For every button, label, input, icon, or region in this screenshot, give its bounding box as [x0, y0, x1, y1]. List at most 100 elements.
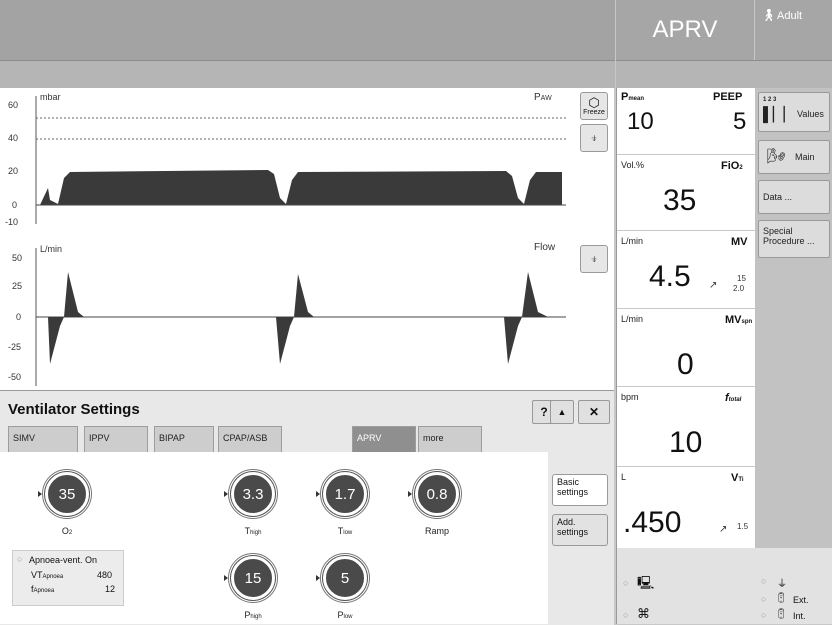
knob-indicator	[224, 575, 228, 581]
header-bar	[0, 0, 615, 60]
data-button[interactable]: Data ...	[758, 180, 830, 214]
paw-scale-icon[interactable]: ⍖	[580, 124, 608, 152]
mvspn-cell: L/min MVspn 0	[617, 308, 755, 387]
phigh-label: Phigh	[244, 610, 262, 620]
phigh-knob[interactable]: 15	[231, 556, 275, 600]
tab-more[interactable]: more	[418, 426, 482, 452]
tab-aprv[interactable]: APRV	[352, 426, 416, 452]
paw-tick-60: 60	[8, 100, 18, 110]
ramp-knob[interactable]: 0.8	[415, 472, 459, 516]
paw-tick-20: 20	[8, 166, 18, 176]
gas-supply-icon: ⌘	[637, 606, 650, 621]
paw-tick-minus10: -10	[5, 217, 18, 227]
mv-name: MV	[731, 236, 748, 248]
mvspn-value: 0	[677, 348, 694, 381]
bar-chart-icon: ▌▏▏	[763, 106, 795, 122]
main-label: Main	[795, 152, 815, 162]
ramp-label: Ramp	[424, 526, 449, 536]
ext-label: Ext.	[793, 595, 809, 605]
tab-cpap-asb[interactable]: CPAP/ASB	[218, 426, 282, 452]
pmean-peep-cell: Pmean 10 PEEP 5	[617, 88, 755, 155]
measurement-panel: Pmean 10 PEEP 5 Vol.% FiO2 35 L/min MV 4…	[616, 88, 755, 548]
mv-cell: L/min MV 4.5 ↗ 15 2.0	[617, 230, 755, 309]
fio2-value: 35	[663, 184, 697, 217]
paw-name: PAW	[534, 92, 552, 103]
mode-display: APRV	[616, 0, 754, 60]
thigh-label: Thigh	[244, 526, 262, 536]
pmean-value: 10	[627, 108, 654, 135]
fio2-name: FiO2	[721, 160, 743, 172]
ftotal-unit: bpm	[621, 392, 639, 402]
special-procedure-button[interactable]: Special Procedure ...	[758, 220, 830, 258]
pmean-name: Pmean	[621, 91, 645, 103]
values-button[interactable]: 1 2 3 ▌▏▏ Values	[758, 92, 830, 132]
lungs-icon: 🌬︎	[767, 148, 787, 165]
ftotal-name: ftotal	[725, 392, 742, 404]
paw-unit: mbar	[40, 92, 61, 102]
mode-label: APRV	[652, 16, 718, 43]
tlow-knob[interactable]: 1.7	[323, 472, 367, 516]
right-menu: 1 2 3 ▌▏▏ Values 🌬︎ Main Data ... Specia…	[755, 88, 832, 548]
flow-tick-minus50: -50	[8, 372, 21, 382]
flow-tick-0: 0	[16, 312, 21, 322]
indicator-dot: ○	[761, 594, 767, 604]
basic-settings-button[interactable]: Basic settings	[552, 474, 608, 506]
apnoea-title: Apnoea-vent. On	[29, 555, 98, 565]
knob-indicator	[316, 575, 320, 581]
knob-indicator	[38, 491, 42, 497]
fio2-cell: Vol.% FiO2 35	[617, 154, 755, 231]
mv-alarm-low: 2.0	[733, 284, 745, 293]
mvspn-unit: L/min	[621, 314, 644, 324]
int-label: Int.	[793, 611, 806, 621]
main-button[interactable]: 🌬︎ Main	[758, 140, 830, 174]
plow-knob[interactable]: 5	[323, 556, 367, 600]
vt-apnoea-value: 480	[97, 570, 113, 580]
f-apnoea-value: 12	[105, 584, 116, 594]
settings-title: Ventilator Settings	[8, 401, 140, 418]
plug-icon: ⏚	[777, 579, 787, 590]
knob-indicator	[408, 491, 412, 497]
f-apnoea-label: fApnoea	[31, 584, 55, 594]
flow-scale-icon[interactable]: ⍖	[580, 245, 608, 273]
flow-unit: L/min	[40, 244, 62, 254]
person-icon: 🚶︎	[761, 8, 777, 22]
paw-tick-0: 0	[12, 200, 17, 210]
indicator-dot: ○	[623, 610, 629, 620]
tab-bipap[interactable]: BIPAP	[154, 426, 214, 452]
special-label: Special Procedure ...	[763, 226, 815, 246]
flow-tick-50: 50	[12, 253, 22, 263]
freeze-label: Freeze	[583, 108, 605, 116]
data-label: Data ...	[763, 192, 793, 202]
o2-knob[interactable]: 35	[45, 472, 89, 516]
battery-icon: 🔋︎	[775, 593, 788, 604]
plow-label: Plow	[337, 610, 353, 620]
freeze-button[interactable]: ⬡ Freeze	[580, 92, 608, 120]
mv-value: 4.5	[649, 260, 691, 293]
add-settings-button[interactable]: Add. settings	[552, 514, 608, 546]
patient-type-label: Adult	[777, 10, 803, 22]
ftotal-value: 10	[669, 426, 703, 459]
vti-cell: L VTi .450 ↗ 1.5	[617, 466, 755, 548]
graph-side-controls: ⬡ Freeze ⍖ ⍖	[574, 88, 614, 390]
collapse-button[interactable]: ▲	[550, 400, 574, 424]
patient-type[interactable]: 🚶︎ Adult	[755, 0, 832, 60]
paw-tick-40: 40	[8, 133, 18, 143]
o2-label: O2	[61, 526, 73, 536]
fio2-unit: Vol.%	[621, 160, 645, 170]
peep-name: PEEP	[713, 91, 743, 103]
ftotal-cell: bpm ftotal 10	[617, 386, 755, 467]
vti-unit: L	[621, 472, 627, 482]
close-button[interactable]: ✕	[578, 400, 610, 424]
tlow-label: Tlow	[337, 526, 353, 536]
peep-value: 5	[733, 108, 747, 135]
waveform-svg: mbar 60 40 20 0 -10 PAW L/min Flow 50 25…	[5, 92, 566, 386]
thigh-knob[interactable]: 3.3	[231, 472, 275, 516]
flow-tick-25: 25	[12, 281, 22, 291]
apnoea-ventilation-box[interactable]: ○ Apnoea-vent. On VTApnoea 480 fApnoea 1…	[12, 550, 124, 606]
mv-unit: L/min	[621, 236, 644, 246]
tab-ippv[interactable]: IPPV	[84, 426, 148, 452]
mvspn-name: MVspn	[725, 314, 753, 326]
vti-name: VTi	[731, 472, 744, 484]
indicator-dot: ○	[623, 578, 629, 588]
tab-simv[interactable]: SIMV	[8, 426, 78, 452]
